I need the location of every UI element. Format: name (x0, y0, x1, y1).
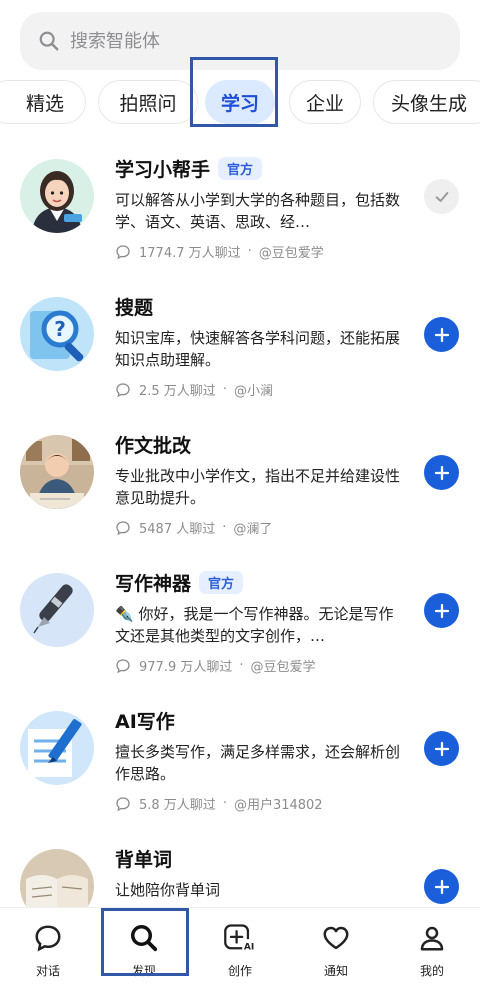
nav-label: 创作 (227, 964, 252, 978)
tab-enterprise[interactable]: 企业 (289, 80, 361, 124)
agent-description: 知识宝库，快速解答各学科问题，还能拓展知识点助理解。 (115, 329, 401, 369)
agent-name: 学习小帮手 (115, 159, 211, 181)
agent-item-study-helper[interactable]: 学习小帮手 官方 可以解答从小学到大学的各种题目，包括数学、语文、英语、思政、经… (0, 145, 480, 283)
agent-description: ✒️ 你好，我是一个写作神器。无论是写作文还是其他类型的文字创作，… (115, 605, 394, 645)
nav-label: 通知 (323, 964, 348, 978)
official-badge: 官方 (218, 157, 263, 180)
chat-icon (35, 925, 61, 952)
chat-count-icon (116, 658, 130, 673)
agent-description: 可以解答从小学到大学的各种题目，包括数学、语文、英语、思政、经… (115, 191, 401, 231)
agent-user-count: 1774.7 万人聊过 (139, 246, 241, 261)
nav-create[interactable]: AI 创作 (195, 920, 285, 986)
agent-description: 擅长多类写作，满足多样需求，还会解析创作思路。 (115, 743, 401, 783)
svg-text:?: ? (54, 317, 66, 341)
chat-count-icon (116, 520, 130, 535)
agent-author[interactable]: @用户314802 (234, 794, 323, 813)
search-icon (39, 31, 59, 51)
agent-item-writing-tool[interactable]: 写作神器 官方 ✒️ 你好，我是一个写作神器。无论是写作文还是其他类型的文字创作… (0, 559, 480, 697)
user-icon (420, 926, 444, 951)
agent-description: 专业批改中小学作文，指出不足并给建设性意见助提升。 (115, 467, 401, 507)
agent-stats: 2.5 万人聊过 · @小澜 (115, 380, 273, 399)
nav-discover[interactable]: 发现 (99, 920, 189, 986)
agent-item-search-question[interactable]: ? 搜题 知识宝库，快速解答各学科问题，还能拓展知识点助理解。 2.5 万人聊过… (0, 283, 480, 421)
add-agent-button[interactable] (424, 317, 459, 352)
plus-icon (434, 741, 449, 756)
add-agent-button[interactable] (424, 455, 459, 490)
nav-chat[interactable]: 对话 (3, 920, 93, 986)
plus-icon (434, 327, 449, 342)
search-bar[interactable] (20, 12, 460, 70)
svg-text:AI: AI (244, 942, 254, 952)
nav-label: 对话 (35, 964, 60, 978)
agent-name: 写作神器 (115, 573, 192, 595)
agent-author[interactable]: @澜了 (233, 518, 272, 537)
agent-user-count: 977.9 万人聊过 (139, 660, 233, 675)
agent-name: 背单词 (115, 849, 173, 871)
nav-notifications[interactable]: 通知 (291, 920, 381, 986)
add-agent-button[interactable] (424, 593, 459, 628)
agent-user-count: 2.5 万人聊过 (139, 384, 216, 399)
pencil-paper-avatar (20, 711, 94, 785)
tab-photo-ask[interactable]: 拍照问 (98, 80, 198, 124)
magnifier-question-avatar: ? (20, 297, 94, 371)
nav-label: 发现 (131, 964, 156, 978)
add-agent-button[interactable] (424, 869, 459, 904)
check-icon (435, 191, 448, 202)
create-ai-icon: AI (224, 924, 256, 952)
bottom-nav: 对话 发现 AI 创作 通知 我的 (0, 907, 480, 998)
open-book-avatar (20, 849, 94, 907)
agent-item-essay-correction[interactable]: 作文批改 专业批改中小学作文，指出不足并给建设性意见助提升。 5487 人聊过 … (0, 421, 480, 559)
plus-icon (434, 879, 449, 894)
agent-author[interactable]: @豆包爱学 (251, 656, 316, 675)
agent-name: 作文批改 (115, 435, 192, 457)
search-icon (131, 925, 158, 952)
girl-tutor-avatar (20, 159, 94, 233)
agent-stats: 1774.7 万人聊过 · @豆包爱学 (115, 242, 324, 261)
added-check-button[interactable] (424, 179, 459, 214)
agent-stats: 977.9 万人聊过 · @豆包爱学 (115, 656, 316, 675)
heart-icon (323, 926, 349, 950)
chat-count-icon (116, 382, 130, 397)
agent-item-vocabulary[interactable]: 背单词 让她陪你背单词 (0, 835, 480, 907)
plus-icon (434, 603, 449, 618)
search-input[interactable] (70, 30, 430, 52)
chat-count-icon (116, 796, 130, 811)
fountain-pen-avatar (20, 573, 94, 647)
official-badge: 官方 (199, 571, 244, 594)
category-tabs: 精选 拍照问 学习 企业 头像生成 (0, 78, 480, 128)
agent-item-ai-writing[interactable]: AI写作 擅长多类写作，满足多样需求，还会解析创作思路。 5.8 万人聊过 · … (0, 697, 480, 835)
plus-icon (434, 465, 449, 480)
agent-name: AI写作 (115, 711, 175, 733)
chat-count-icon (116, 244, 130, 259)
agent-user-count: 5.8 万人聊过 (139, 798, 216, 813)
add-agent-button[interactable] (424, 731, 459, 766)
nav-profile[interactable]: 我的 (387, 920, 477, 986)
agent-author[interactable]: @小澜 (234, 380, 273, 399)
nav-label: 我的 (419, 964, 444, 978)
tab-avatar-generate[interactable]: 头像生成 (373, 80, 480, 124)
agent-stats: 5.8 万人聊过 · @用户314802 (115, 794, 323, 813)
boy-writing-avatar (20, 435, 94, 509)
agent-name: 搜题 (115, 297, 154, 319)
tab-featured[interactable]: 精选 (0, 80, 86, 124)
agent-author[interactable]: @豆包爱学 (259, 242, 324, 261)
agent-description: 让她陪你背单词 (115, 881, 221, 899)
agent-user-count: 5487 人聊过 (139, 522, 216, 537)
tab-study[interactable]: 学习 (205, 80, 275, 124)
agent-stats: 5487 人聊过 · @澜了 (115, 518, 272, 537)
